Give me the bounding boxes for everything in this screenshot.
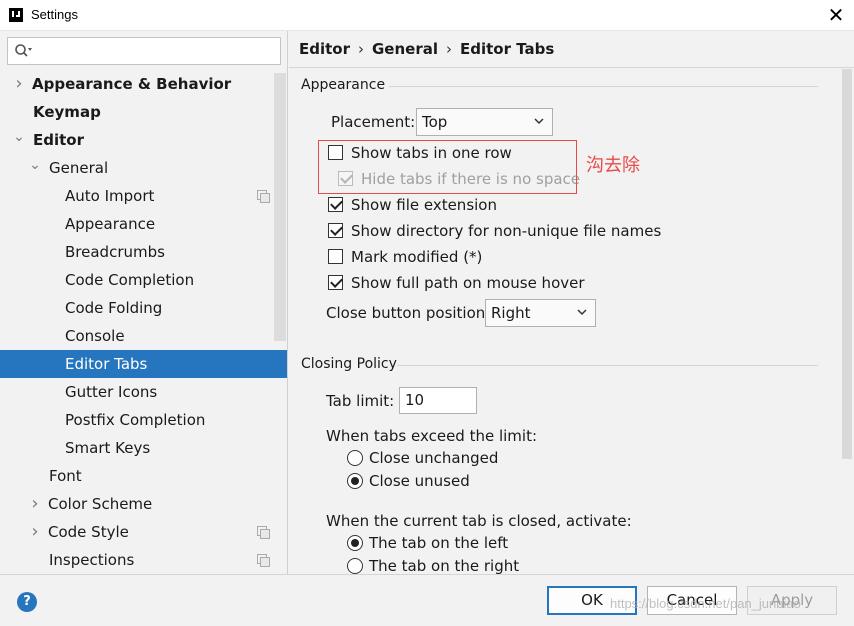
sidebar-item-breadcrumbs[interactable]: Breadcrumbs (0, 238, 287, 266)
sidebar-item-label: Editor (33, 131, 84, 149)
sidebar-item-label: Breadcrumbs (65, 243, 165, 261)
chevron-right-icon[interactable]: › (29, 490, 41, 518)
sidebar-item-appearance[interactable]: Appearance (0, 210, 287, 238)
chevron-down-icon (534, 118, 544, 125)
sidebar-item-keymap[interactable]: Keymap (0, 98, 287, 126)
sidebar-item-inspections[interactable]: Inspections (0, 546, 287, 574)
sidebar-item-postfix-completion[interactable]: Postfix Completion (0, 406, 287, 434)
checkbox-box[interactable] (328, 275, 343, 290)
chevron-right-icon[interactable]: › (13, 70, 25, 98)
chevron-down-icon (577, 309, 587, 316)
sidebar-item-label: Auto Import (65, 187, 155, 205)
sidebar-item-label: Inspections (49, 551, 135, 569)
search-icon (15, 44, 32, 57)
search-input[interactable] (38, 40, 276, 62)
annotation-text: 沟去除 (586, 155, 640, 176)
sidebar-item-editor[interactable]: ⌄ Editor (0, 126, 287, 154)
radio-circle[interactable] (347, 450, 363, 466)
chevron-right-icon[interactable]: › (29, 518, 41, 546)
sidebar-item-label: Color Scheme (48, 495, 153, 513)
checkbox-label: Show file extension (351, 196, 497, 214)
checkbox-box[interactable] (328, 223, 343, 238)
close-button-position-label: Close button position: (326, 304, 491, 322)
sidebar-item-auto-import[interactable]: Auto Import (0, 182, 287, 210)
sidebar-item-gutter-icons[interactable]: Gutter Icons (0, 378, 287, 406)
settings-sidebar: › Appearance & Behavior Keymap ⌄ Editor ⌄ Gene… (0, 31, 288, 574)
breadcrumb-item[interactable]: Editor (299, 40, 350, 58)
sidebar-item-appearance-behavior[interactable]: › Appearance & Behavior (0, 70, 287, 98)
header-divider (289, 67, 854, 68)
checkbox-label: Show directory for non-unique file names (351, 222, 662, 240)
radio-label: The tab on the right (369, 557, 520, 574)
group-divider (389, 86, 818, 87)
sidebar-item-label: Appearance (65, 215, 156, 233)
checkbox-label: Show full path on mouse hover (351, 274, 585, 292)
breadcrumb-item: Editor Tabs (460, 40, 555, 58)
sidebar-item-color-scheme[interactable]: › Color Scheme (0, 490, 287, 518)
radio-circle[interactable] (347, 473, 363, 489)
appearance-group-title: Appearance (301, 77, 386, 93)
sidebar-item-label: Keymap (33, 103, 101, 121)
sidebar-item-label: Postfix Completion (65, 411, 206, 429)
radio-circle[interactable] (347, 535, 363, 551)
sidebar-item-label: Code Folding (65, 299, 163, 317)
group-divider (397, 365, 818, 366)
search-box[interactable] (7, 37, 281, 65)
sidebar-item-label: Gutter Icons (65, 383, 158, 401)
tab-limit-input[interactable]: 10 (399, 387, 477, 414)
content-scrollbar[interactable] (842, 69, 852, 459)
sidebar-item-label: Editor Tabs (65, 355, 148, 373)
project-scope-icon (257, 554, 270, 567)
radio-label: Close unused (369, 472, 470, 490)
breadcrumb: Editor › General › Editor Tabs (299, 40, 554, 58)
sidebar-item-code-folding[interactable]: Code Folding (0, 294, 287, 322)
checkbox-box[interactable] (328, 197, 343, 212)
radio-circle[interactable] (347, 558, 363, 574)
watermark: https://blog.csdn.net/pan_junbiao (610, 596, 801, 611)
help-icon[interactable]: ? (17, 592, 37, 612)
sidebar-item-label: General (49, 159, 109, 177)
close-button-position-dropdown[interactable]: Right (485, 299, 596, 327)
sidebar-item-console[interactable]: Console (0, 322, 287, 350)
sidebar-item-code-completion[interactable]: Code Completion (0, 266, 287, 294)
sidebar-item-code-style[interactable]: › Code Style (0, 518, 287, 546)
sidebar-item-font[interactable]: Font (0, 462, 287, 490)
sidebar-item-label: Font (49, 467, 82, 485)
checkbox-box[interactable] (328, 249, 343, 264)
exceed-limit-label: When tabs exceed the limit: (326, 427, 538, 445)
intellij-logo-icon (9, 8, 23, 22)
sidebar-item-editor-tabs[interactable]: Editor Tabs (0, 350, 287, 378)
close-button-position-value: Right (491, 304, 531, 322)
annotation-highlight-box (318, 140, 577, 194)
breadcrumb-item[interactable]: General (372, 40, 438, 58)
chevron-right-icon: › (358, 40, 364, 58)
closing-policy-group-title: Closing Policy (301, 356, 397, 372)
sidebar-item-smart-keys[interactable]: Smart Keys (0, 434, 287, 462)
settings-content: Editor › General › Editor Tabs Appearance Pl… (289, 31, 854, 574)
sidebar-item-label: Code Completion (65, 271, 195, 289)
sidebar-item-general[interactable]: ⌄ General (0, 154, 287, 182)
sidebar-item-label: Code Style (48, 523, 129, 541)
window-title: Settings (31, 7, 78, 22)
tab-limit-label: Tab limit: (326, 392, 395, 410)
tab-closed-label: When the current tab is closed, activate… (326, 512, 632, 530)
chevron-right-icon: › (446, 40, 452, 58)
close-icon[interactable]: ✕ (826, 4, 846, 26)
chevron-down-icon[interactable]: ⌄ (13, 126, 25, 154)
chevron-down-icon[interactable]: ⌄ (29, 154, 41, 182)
placement-value: Top (422, 113, 448, 131)
title-bar: Settings ✕ (0, 0, 854, 31)
placement-dropdown[interactable]: Top (416, 108, 553, 136)
project-scope-icon (257, 190, 270, 203)
sidebar-item-label: Console (65, 327, 125, 345)
sidebar-item-label: Appearance & Behavior (32, 75, 232, 93)
sidebar-item-label: Smart Keys (65, 439, 151, 457)
dialog-button-bar: ? OK Cancel Apply https://blog.csdn.net/… (0, 574, 854, 626)
project-scope-icon (257, 526, 270, 539)
radio-label: Close unchanged (369, 449, 499, 467)
checkbox-label: Mark modified (*) (351, 248, 483, 266)
radio-label: The tab on the left (369, 534, 509, 552)
placement-label: Placement: (331, 113, 416, 131)
